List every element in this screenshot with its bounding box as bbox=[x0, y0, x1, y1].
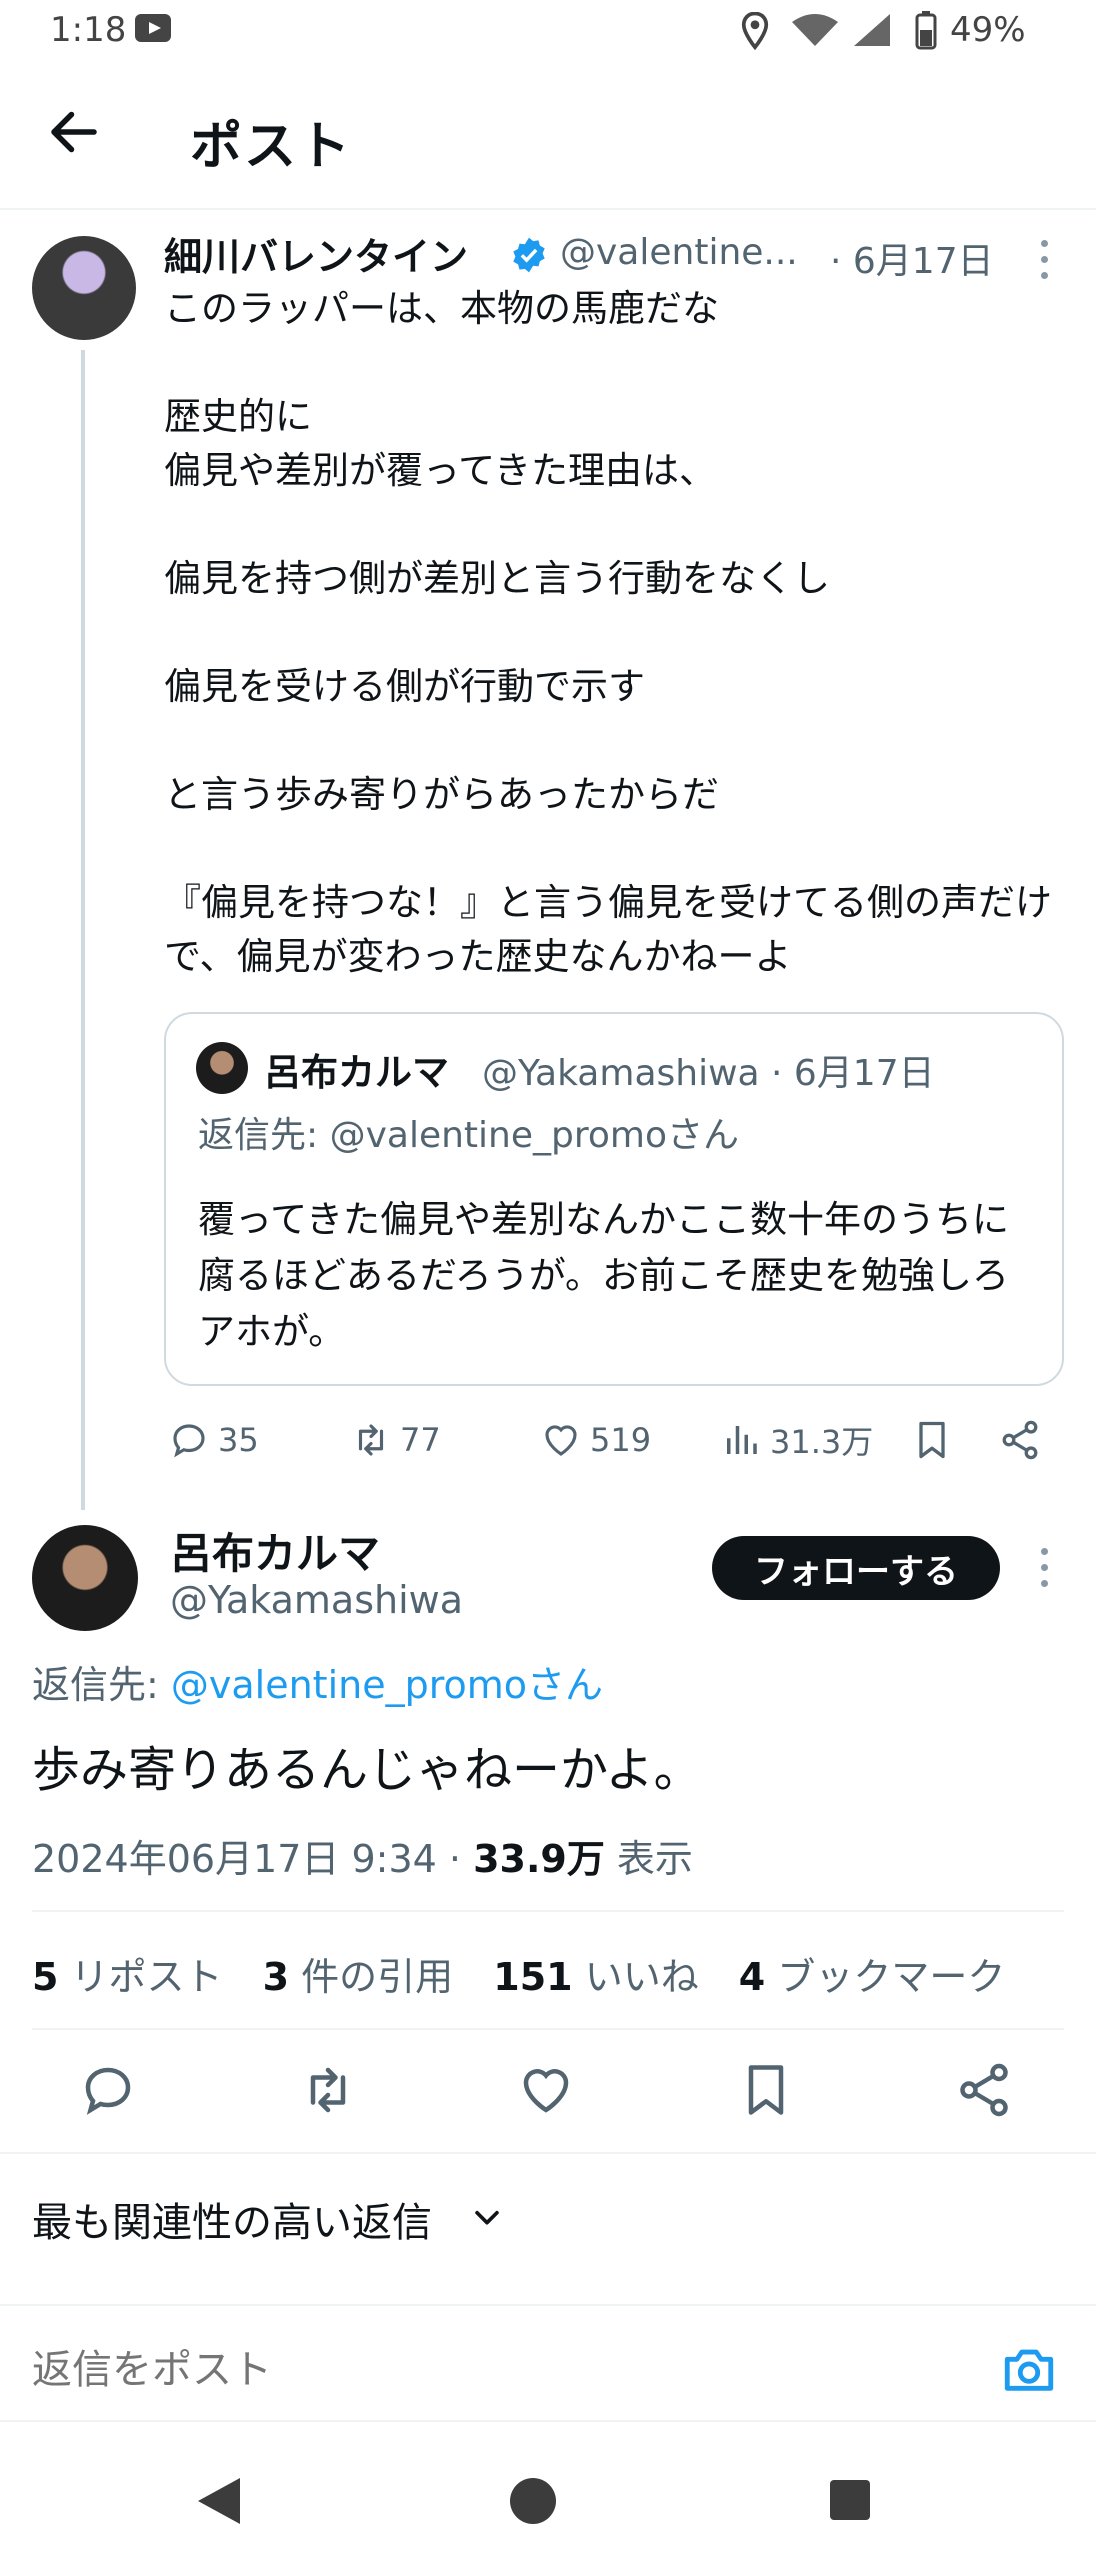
analytics-icon bbox=[727, 1426, 757, 1454]
post-timestamp[interactable]: 2024年06月17日 9:34 · bbox=[32, 1837, 473, 1881]
battery-icon bbox=[915, 11, 937, 50]
quoted-avatar bbox=[196, 1042, 248, 1094]
reply-icon bbox=[173, 1424, 205, 1458]
thread-connector-line bbox=[81, 350, 85, 1510]
repost-icon[interactable] bbox=[298, 2060, 358, 2120]
post-action-bar: 35 77 519 31.3万 bbox=[164, 1410, 1064, 1470]
divider bbox=[32, 1910, 1064, 1912]
like-stat-label: いいね bbox=[572, 1955, 699, 1999]
chevron-down-icon[interactable] bbox=[470, 2200, 504, 2234]
status-bar: 1:18 49% bbox=[0, 0, 1096, 62]
heart-icon[interactable] bbox=[516, 2060, 576, 2120]
share-icon[interactable] bbox=[954, 2060, 1014, 2120]
bookmark-stat[interactable]: 4 ブックマーク bbox=[739, 1955, 1006, 1999]
battery-percent: 49% bbox=[950, 10, 1026, 50]
follow-button[interactable]: フォローする bbox=[712, 1536, 1000, 1600]
avatar[interactable] bbox=[32, 236, 136, 340]
bookmark-stat-label: ブックマーク bbox=[765, 1955, 1006, 1999]
views-count: 31.3万 bbox=[770, 1423, 874, 1461]
author-handle[interactable]: @valentine... bbox=[560, 232, 798, 273]
reply-button[interactable]: 35 bbox=[168, 1410, 259, 1470]
reply-to-line: 返信先: @valentine_promoさん bbox=[32, 1654, 603, 1709]
divider bbox=[32, 2028, 1064, 2030]
post-meta: 2024年06月17日 9:34 · 33.9万 表示 bbox=[32, 1828, 693, 1883]
location-icon bbox=[741, 12, 769, 50]
verified-badge-icon bbox=[513, 237, 545, 273]
youtube-notification-icon bbox=[135, 14, 171, 42]
page-title: ポスト bbox=[190, 117, 353, 177]
repost-stat-label: リポスト bbox=[58, 1955, 223, 1999]
repost-icon bbox=[358, 1424, 384, 1456]
quoted-post-card[interactable]: 呂布カルマ @Yakamashiwa · 6月17日 返信先: @valenti… bbox=[164, 1012, 1064, 1386]
divider bbox=[0, 2420, 1096, 2422]
reply-to-mention-link[interactable]: @valentine_promoさん bbox=[171, 1663, 603, 1707]
wifi-icon bbox=[792, 14, 838, 46]
bookmark-stat-count: 4 bbox=[738, 1955, 766, 1999]
view-label: 表示 bbox=[604, 1837, 693, 1881]
nav-home-icon[interactable] bbox=[510, 2478, 556, 2524]
nav-back-icon[interactable] bbox=[196, 2476, 242, 2526]
status-time: 1:18 bbox=[50, 10, 127, 50]
like-stat-count: 151 bbox=[493, 1955, 573, 1999]
like-button[interactable]: 519 bbox=[540, 1410, 651, 1470]
post-text: 歩み寄りあるんじゃねーかよ。 bbox=[32, 1742, 702, 1798]
post-action-bar bbox=[0, 2050, 1096, 2130]
share-icon[interactable] bbox=[998, 1418, 1042, 1462]
divider bbox=[0, 2304, 1096, 2306]
avatar[interactable] bbox=[32, 1525, 138, 1631]
repost-stat-count: 5 bbox=[32, 1955, 59, 1999]
quote-stat-label: 件の引用 bbox=[289, 1955, 454, 1999]
author-handle[interactable]: @Yakamashiwa bbox=[170, 1578, 463, 1622]
quoted-author-name: 呂布カルマ bbox=[264, 1051, 449, 1094]
reply-to-prefix: 返信先: bbox=[32, 1663, 171, 1707]
view-count: 33.9万 bbox=[473, 1837, 605, 1881]
repost-button[interactable]: 77 bbox=[350, 1410, 441, 1470]
post-date[interactable]: · 6月17日 bbox=[830, 232, 994, 284]
signal-icon bbox=[854, 14, 890, 46]
post-text: このラッパーは、本物の馬鹿だな 歴史的に 偏見や差別が覆ってきた理由は、 偏見を… bbox=[164, 287, 1052, 978]
system-navigation-bar bbox=[0, 2440, 1096, 2560]
quoted-author-handle: @Yakamashiwa · 6月17日 bbox=[482, 1053, 935, 1094]
heart-icon bbox=[545, 1425, 577, 1456]
quoted-post-text: 覆ってきた偏見や差別なんかここ数十年のうちに腐るほどあるだろうが。お前こそ歴史を… bbox=[198, 1198, 1010, 1353]
more-options-icon[interactable] bbox=[1034, 1546, 1054, 1590]
like-stat[interactable]: 151 いいね bbox=[493, 1955, 698, 1999]
quote-stat[interactable]: 3 件の引用 bbox=[263, 1955, 454, 1999]
back-arrow-icon[interactable] bbox=[44, 102, 104, 162]
author-name[interactable]: 呂布カルマ bbox=[170, 1520, 380, 1581]
reply-icon[interactable] bbox=[78, 2060, 138, 2120]
quoted-reply-to: 返信先: @valentine_promoさん bbox=[198, 1115, 739, 1156]
like-count: 519 bbox=[590, 1421, 652, 1459]
reply-sort-dropdown[interactable]: 最も関連性の高い返信 bbox=[32, 2190, 432, 2248]
reply-count: 35 bbox=[218, 1421, 259, 1459]
more-options-icon[interactable] bbox=[1034, 238, 1054, 282]
bookmark-icon[interactable] bbox=[910, 1418, 954, 1462]
views-button[interactable]: 31.3万 bbox=[720, 1410, 873, 1470]
quote-stat-count: 3 bbox=[262, 1955, 290, 1999]
divider bbox=[0, 2152, 1096, 2154]
camera-icon[interactable] bbox=[1000, 2340, 1058, 2398]
repost-stat[interactable]: 5 リポスト bbox=[32, 1955, 223, 1999]
nav-recents-icon[interactable] bbox=[830, 2480, 870, 2520]
reply-composer-input[interactable] bbox=[32, 2340, 972, 2400]
engagement-stats: 5 リポスト 3 件の引用 151 いいね 4 ブックマーク bbox=[32, 1946, 1033, 2001]
author-name[interactable]: 細川バレンタイン bbox=[164, 226, 468, 281]
top-app-bar: ポスト bbox=[0, 62, 1096, 210]
bookmark-icon[interactable] bbox=[736, 2060, 796, 2120]
repost-count: 77 bbox=[400, 1421, 441, 1459]
